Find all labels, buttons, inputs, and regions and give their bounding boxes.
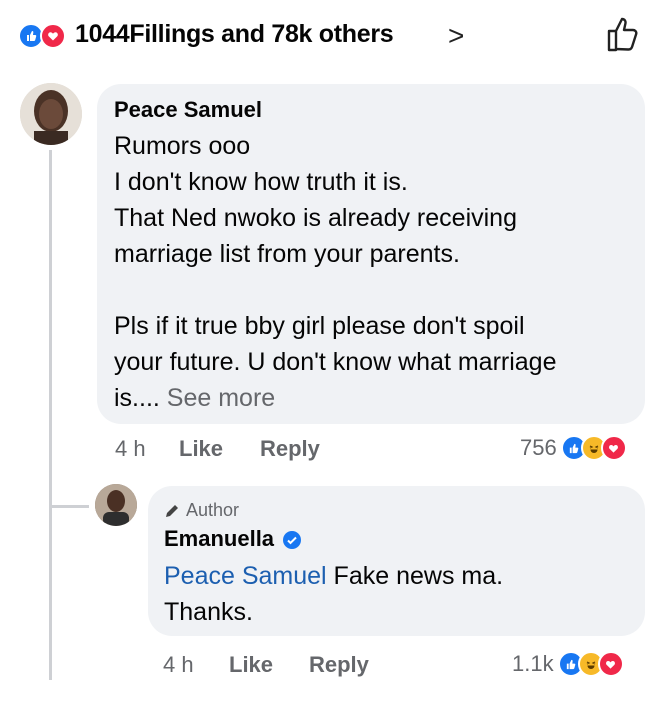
reaction-count: 1.1k xyxy=(512,651,554,676)
reply-time[interactable]: 4 h xyxy=(163,652,194,678)
reactions-summary-bar[interactable]: 1044Fillings and 78k others > xyxy=(18,14,648,58)
reply-button[interactable]: Reply xyxy=(309,652,369,678)
reaction-icons xyxy=(18,23,72,49)
author-badge: Author xyxy=(164,500,239,521)
comment-time[interactable]: 4 h xyxy=(115,436,146,462)
thumbs-up-outline-icon[interactable] xyxy=(604,14,642,54)
reply-bubble[interactable]: Author Emanuella Peace Samuel Fake news … xyxy=(148,486,645,636)
see-more-link[interactable]: See more xyxy=(167,384,275,412)
comment-line: your future. U don't know what marriage xyxy=(114,348,557,376)
pencil-icon xyxy=(166,504,178,517)
comment-line: That Ned nwoko is already receiving xyxy=(114,204,517,232)
comment-bubble[interactable]: Peace Samuel Rumors ooo I don't know how… xyxy=(97,84,645,424)
mention-link[interactable]: Peace Samuel xyxy=(164,562,327,590)
avatar-peace-samuel[interactable] xyxy=(20,83,82,145)
thread-line xyxy=(49,150,52,680)
reactors-summary-text[interactable]: 1044Fillings and 78k others xyxy=(75,20,394,49)
author-badge-label: Author xyxy=(186,500,240,520)
reply-body: Peace Samuel Fake news ma. Thanks. xyxy=(164,558,634,630)
reply-connector xyxy=(49,505,89,508)
verified-badge-icon xyxy=(282,530,301,549)
reply-button[interactable]: Reply xyxy=(260,436,320,462)
love-reaction-icon xyxy=(600,435,627,461)
comment-author-name[interactable]: Peace Samuel xyxy=(114,97,262,123)
comment-line: marriage list from your parents. xyxy=(114,240,460,268)
comment-line: I don't know how truth it is. xyxy=(114,168,408,196)
reply-author-name[interactable]: Emanuella xyxy=(164,526,274,551)
reply-reactions[interactable]: 1.1k xyxy=(512,651,624,677)
comment-reactions[interactable]: 756 xyxy=(520,435,627,461)
comment-line: Pls if it true bby girl please don't spo… xyxy=(114,312,525,340)
like-button[interactable]: Like xyxy=(229,652,273,678)
love-reaction-icon xyxy=(40,23,66,49)
reaction-count: 756 xyxy=(520,435,557,460)
reply-text: Fake news ma. xyxy=(326,562,504,590)
chevron-right-icon[interactable]: > xyxy=(448,20,464,52)
comment-line: is.... xyxy=(114,384,160,412)
comment-body: Rumors ooo I don't know how truth it is.… xyxy=(114,128,639,416)
comment-line: Rumors ooo xyxy=(114,132,251,160)
love-reaction-icon xyxy=(597,651,624,677)
reply-text: Thanks. xyxy=(164,598,253,626)
like-button[interactable]: Like xyxy=(179,436,223,462)
avatar-emanuella[interactable] xyxy=(95,484,137,526)
